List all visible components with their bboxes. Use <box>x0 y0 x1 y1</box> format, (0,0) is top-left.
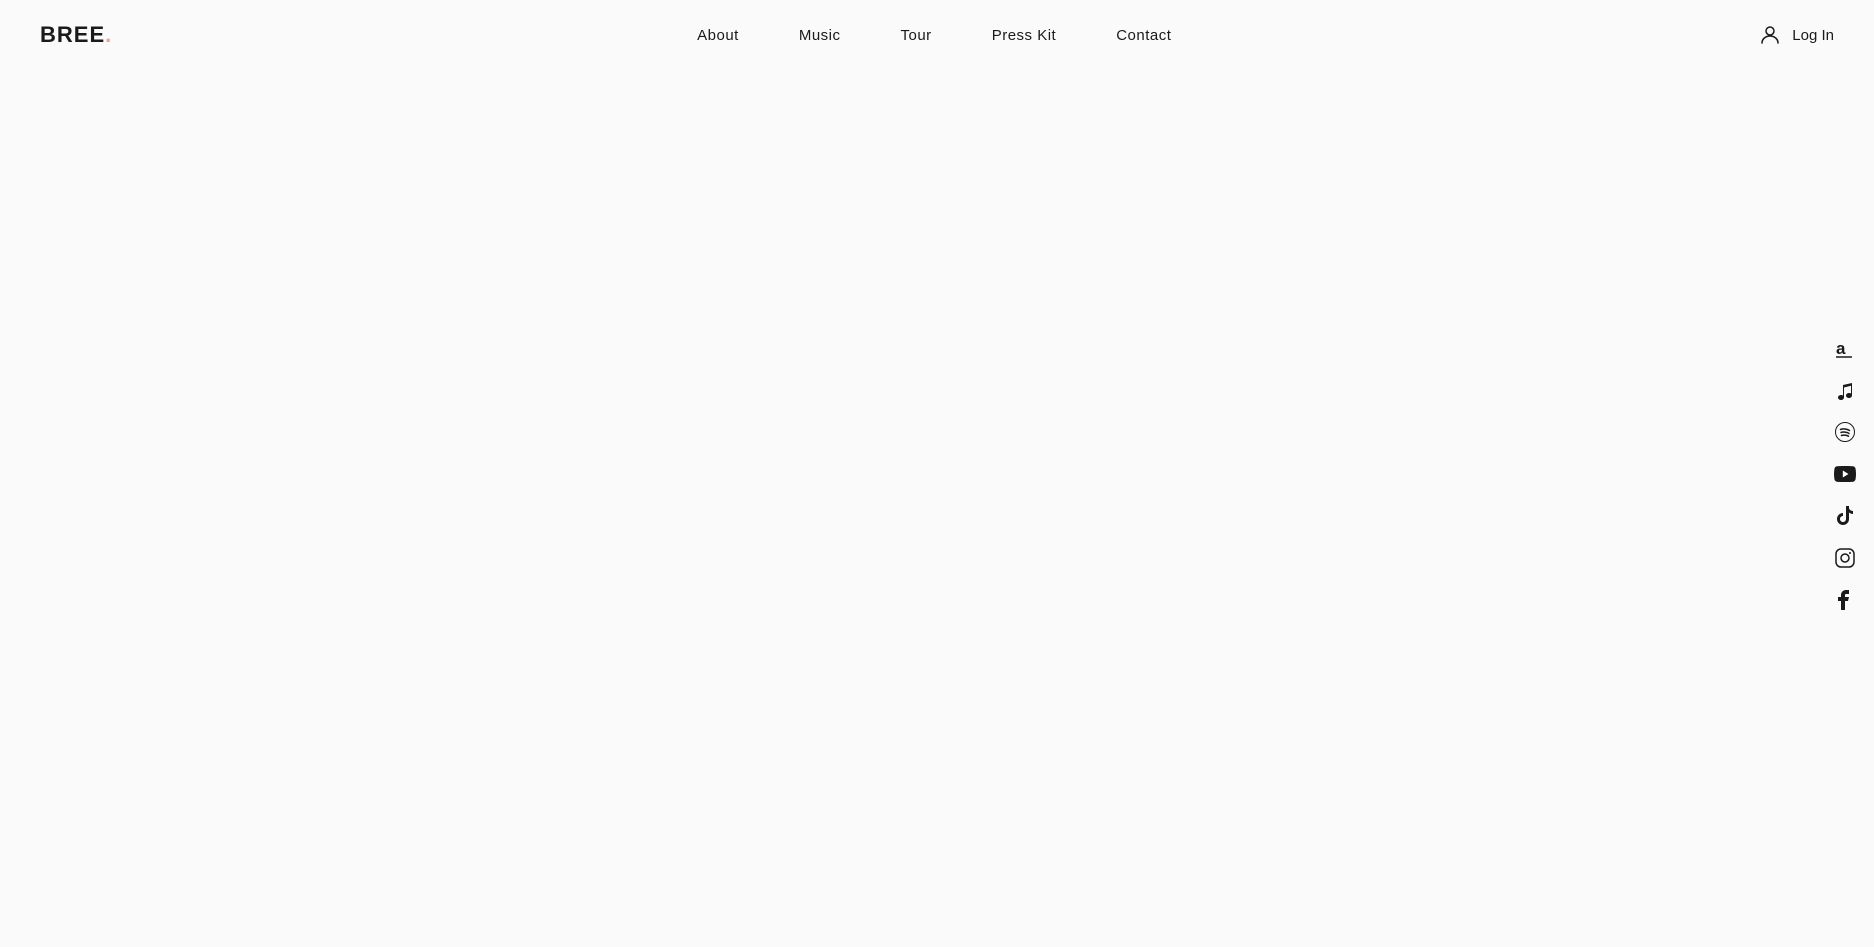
nav-about[interactable]: About <box>697 27 739 44</box>
main-nav: About Music Tour Press Kit Contact <box>697 27 1171 44</box>
instagram-icon[interactable] <box>1834 547 1856 569</box>
nav-music[interactable]: Music <box>799 27 841 44</box>
tiktok-icon[interactable] <box>1834 505 1856 527</box>
nav-tour[interactable]: Tour <box>901 27 932 44</box>
spotify-icon[interactable] <box>1834 421 1856 443</box>
login-label: Log In <box>1792 27 1834 44</box>
site-logo[interactable]: BREE. <box>40 22 112 48</box>
amazon-music-icon[interactable]: a <box>1834 337 1856 359</box>
nav-contact[interactable]: Contact <box>1116 27 1171 44</box>
social-sidebar: a <box>1834 337 1856 611</box>
auth-section[interactable]: Log In <box>1756 21 1834 49</box>
nav-press-kit[interactable]: Press Kit <box>992 27 1057 44</box>
user-icon <box>1756 21 1784 49</box>
logo-text: BREE <box>40 22 105 47</box>
svg-text:a: a <box>1836 339 1846 358</box>
site-header: BREE. About Music Tour Press Kit Contact… <box>0 0 1874 70</box>
logo-dot: . <box>105 22 112 47</box>
main-content <box>0 0 1874 877</box>
youtube-icon[interactable] <box>1834 463 1856 485</box>
apple-music-icon[interactable] <box>1834 379 1856 401</box>
facebook-icon[interactable] <box>1834 589 1856 611</box>
